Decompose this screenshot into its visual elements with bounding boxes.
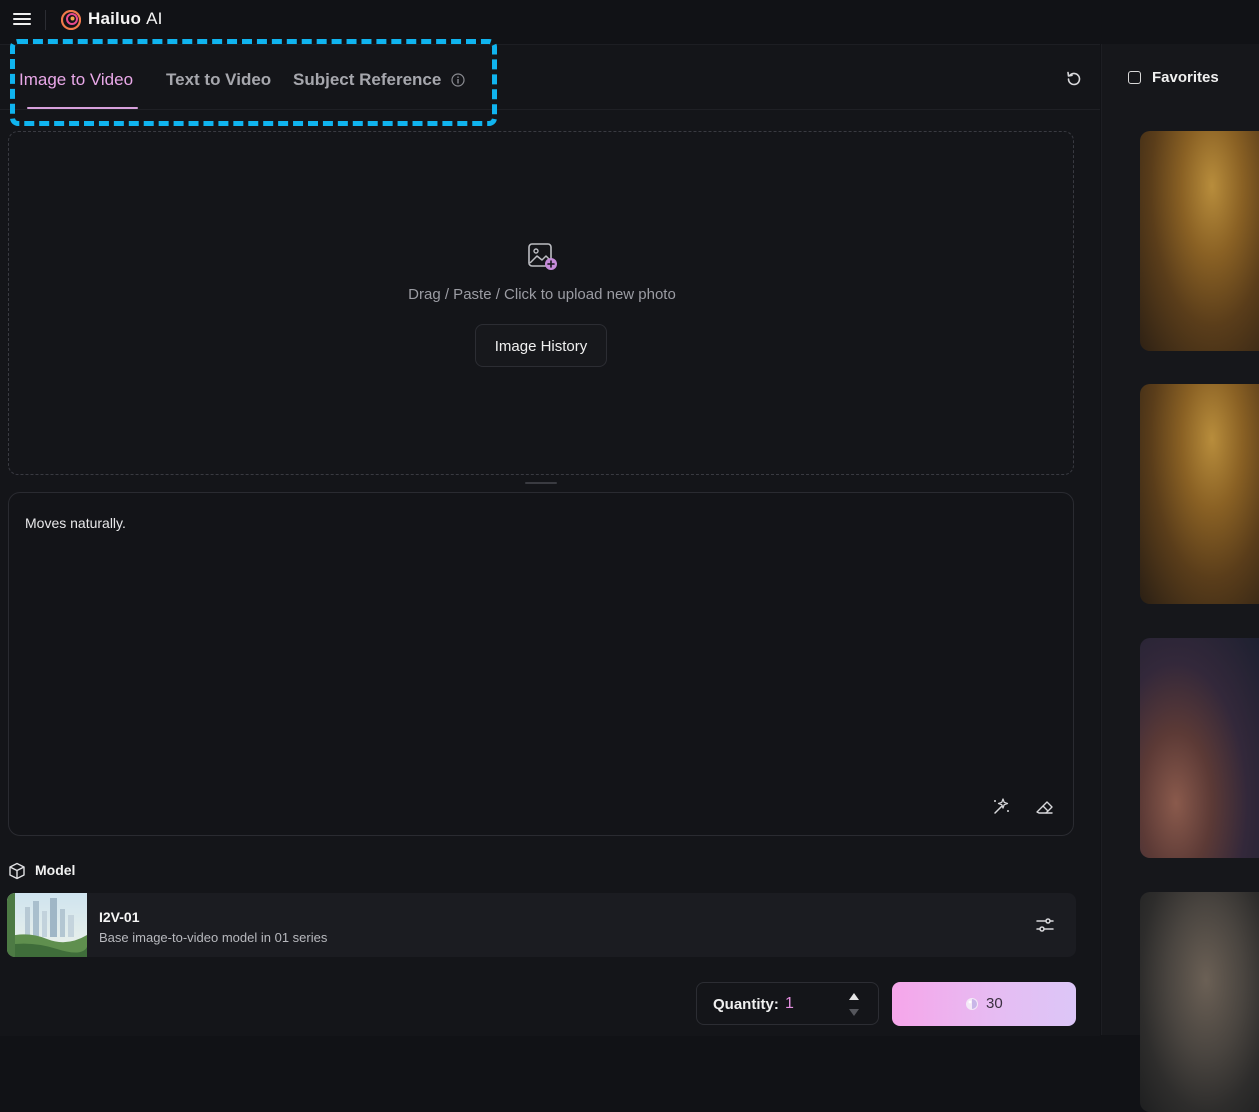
video-thumbnail[interactable] xyxy=(1140,384,1259,604)
main-panel: Image to Video Text to Video Subject Ref… xyxy=(0,39,1100,1036)
image-upload-area[interactable]: Drag / Paste / Click to upload new photo… xyxy=(8,131,1074,475)
image-history-button[interactable]: Image History xyxy=(475,324,607,367)
video-thumbnail[interactable] xyxy=(1140,892,1259,1112)
active-tab-indicator xyxy=(27,107,138,109)
prompt-input[interactable]: Moves naturally. xyxy=(8,492,1074,836)
model-selector[interactable]: I2V-01 Base image-to-video model in 01 s… xyxy=(7,893,1076,957)
quantity-decrease-icon[interactable] xyxy=(849,1009,859,1016)
divider xyxy=(45,10,46,30)
credits-icon xyxy=(966,998,978,1010)
brand-name[interactable]: Hailuo AI xyxy=(88,9,163,29)
tab-image-to-video[interactable]: Image to Video xyxy=(19,70,133,90)
model-name: I2V-01 xyxy=(99,909,140,925)
quantity-stepper[interactable]: Quantity: 1 xyxy=(696,982,879,1025)
resize-handle[interactable] xyxy=(525,482,557,484)
quantity-label: Quantity: xyxy=(713,996,779,1013)
favorites-label[interactable]: Favorites xyxy=(1152,69,1219,86)
model-description: Base image-to-video model in 01 series xyxy=(99,930,328,945)
cube-icon xyxy=(9,862,25,880)
quantity-increase-icon[interactable] xyxy=(849,993,859,1000)
hailuo-logo-icon xyxy=(61,10,81,30)
credit-cost: 30 xyxy=(986,995,1003,1012)
settings-sliders-icon[interactable] xyxy=(1035,915,1055,935)
magic-enhance-icon[interactable] xyxy=(991,796,1011,816)
model-thumbnail xyxy=(7,893,87,957)
menu-icon[interactable] xyxy=(13,12,31,26)
clear-text-icon[interactable] xyxy=(1034,796,1054,816)
tab-subject-reference[interactable]: Subject Reference xyxy=(293,70,441,90)
video-thumbnail[interactable] xyxy=(1140,131,1259,351)
quantity-value[interactable]: 1 xyxy=(785,995,794,1013)
top-bar: Hailuo AI xyxy=(0,0,1259,40)
info-icon[interactable] xyxy=(451,73,465,87)
prompt-text[interactable]: Moves naturally. xyxy=(25,515,126,531)
brand-suffix: AI xyxy=(146,9,163,28)
brand-name-text: Hailuo xyxy=(88,9,142,28)
upload-hint: Drag / Paste / Click to upload new photo xyxy=(408,286,676,303)
tab-text-to-video[interactable]: Text to Video xyxy=(166,70,271,90)
favorites-checkbox[interactable] xyxy=(1128,71,1141,84)
generate-button[interactable]: 30 xyxy=(892,982,1076,1026)
mode-tabs: Image to Video Text to Video Subject Ref… xyxy=(0,39,1100,126)
add-image-icon xyxy=(528,243,557,270)
results-sidebar: Favorites xyxy=(1101,44,1259,1112)
model-section-label: Model xyxy=(35,862,76,878)
video-thumbnail[interactable] xyxy=(1140,638,1259,858)
reset-icon[interactable] xyxy=(1064,69,1084,89)
